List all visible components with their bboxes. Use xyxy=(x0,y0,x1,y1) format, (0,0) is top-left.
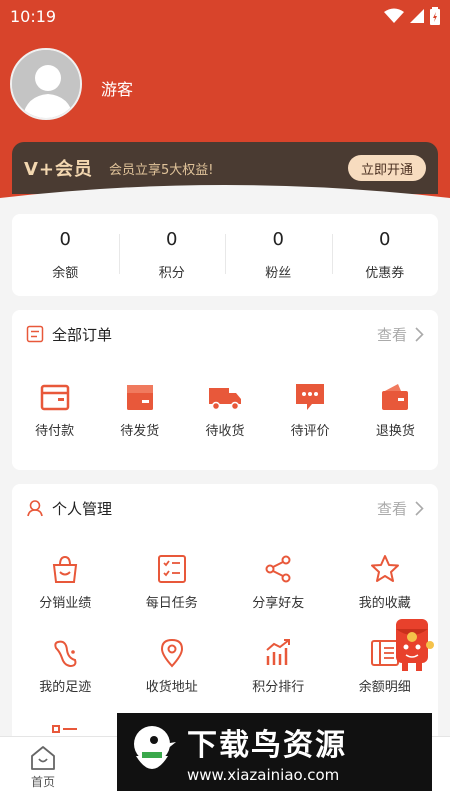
status-bar: 10:19 xyxy=(0,0,450,32)
stat-label: 余额 xyxy=(52,266,79,281)
red-envelope-mascot-icon[interactable] xyxy=(390,615,438,675)
watermark-logo-icon xyxy=(117,717,187,787)
battery-icon xyxy=(430,7,440,25)
order-label: 待收货 xyxy=(205,424,245,439)
menu-label: 积分排行 xyxy=(252,680,305,695)
stat-label: 粉丝 xyxy=(265,266,292,281)
checklist-icon xyxy=(157,555,186,583)
menu-label: 我的收藏 xyxy=(358,596,411,611)
stat-coupons[interactable]: 0 优惠券 xyxy=(331,214,439,296)
stats-card: 0 余额 0 积分 0 粉丝 0 优惠券 xyxy=(12,214,438,296)
menu-label: 收货地址 xyxy=(145,680,198,695)
stat-value: 0 xyxy=(379,229,391,250)
menu-my-favorites[interactable]: 我的收藏 xyxy=(332,532,439,616)
star-icon xyxy=(370,555,399,582)
footprint-icon xyxy=(54,640,77,668)
stat-points[interactable]: 0 积分 xyxy=(118,214,226,296)
box-icon xyxy=(126,385,153,410)
location-icon xyxy=(160,638,183,668)
menu-label: 余额明细 xyxy=(358,680,411,695)
bag-icon xyxy=(53,555,78,583)
stat-label: 优惠券 xyxy=(365,266,405,281)
nav-home[interactable]: 首页 xyxy=(18,745,68,790)
order-pending-payment[interactable]: 待付款 xyxy=(12,358,97,448)
truck-icon xyxy=(208,388,241,411)
watermark-title: 下载鸟资源 xyxy=(187,728,347,763)
wifi-icon xyxy=(384,8,404,23)
orders-view-all[interactable]: 查看 xyxy=(377,324,424,345)
personal-view-all-label: 查看 xyxy=(376,500,407,518)
signal-icon xyxy=(410,9,424,23)
ranking-icon xyxy=(266,639,291,665)
watermark-overlay: 下载鸟资源 www.xiazainiao.com xyxy=(117,713,432,791)
stat-label: 积分 xyxy=(158,266,185,281)
menu-distribution-performance[interactable]: 分销业绩 xyxy=(12,532,119,616)
nav-home-label: 首页 xyxy=(30,775,55,789)
vip-logo: V+会员 xyxy=(24,159,94,180)
status-time: 10:19 xyxy=(10,6,57,26)
order-list-icon xyxy=(26,325,44,343)
order-pending-shipment[interactable]: 待发货 xyxy=(97,358,182,448)
orders-title: 全部订单 xyxy=(52,325,113,344)
user-outline-icon xyxy=(27,500,43,517)
wallet-icon xyxy=(40,384,69,411)
personal-title: 个人管理 xyxy=(52,499,113,518)
chevron-right-icon xyxy=(415,501,424,516)
order-label: 待发货 xyxy=(120,424,160,439)
menu-label: 分销业绩 xyxy=(39,596,92,611)
comment-icon xyxy=(296,384,325,410)
watermark-text: 下载鸟资源 www.xiazainiao.com xyxy=(187,720,347,784)
menu-points-ranking[interactable]: 积分排行 xyxy=(225,616,332,700)
orders-grid: 待付款 待发货 待收货 待评价 退换货 xyxy=(12,358,438,448)
order-label: 退换货 xyxy=(375,424,415,439)
personal-header: 个人管理 查看 xyxy=(12,484,438,532)
stat-value: 0 xyxy=(166,229,178,250)
stat-fans[interactable]: 0 粉丝 xyxy=(225,214,332,296)
menu-shipping-address[interactable]: 收货地址 xyxy=(119,616,226,700)
menu-label: 我的足迹 xyxy=(39,680,92,695)
menu-my-footprints[interactable]: 我的足迹 xyxy=(12,616,119,700)
order-label: 待评价 xyxy=(290,424,330,439)
vip-benefit-text: 会员立享5大权益! xyxy=(109,162,214,178)
orders-view-all-label: 查看 xyxy=(376,326,407,344)
stat-value: 0 xyxy=(59,229,71,250)
menu-label: 每日任务 xyxy=(145,596,198,611)
watermark-url: www.xiazainiao.com xyxy=(187,766,340,784)
username[interactable]: 游客 xyxy=(101,76,133,100)
menu-daily-tasks[interactable]: 每日任务 xyxy=(119,532,226,616)
order-pending-review[interactable]: 待评价 xyxy=(268,358,353,448)
share-icon xyxy=(265,555,291,583)
refund-icon xyxy=(382,384,409,410)
menu-share-friends[interactable]: 分享好友 xyxy=(225,532,332,616)
chevron-right-icon xyxy=(415,327,424,342)
stat-value: 0 xyxy=(272,229,284,250)
personal-view-all[interactable]: 查看 xyxy=(377,498,424,519)
orders-header: 全部订单 查看 xyxy=(12,310,438,358)
orders-card: 全部订单 查看 待付款 待发货 待收货 待评价 退换货 xyxy=(12,310,438,470)
status-icons xyxy=(384,7,440,25)
order-label: 待付款 xyxy=(35,424,75,439)
order-pending-receipt[interactable]: 待收货 xyxy=(182,358,267,448)
menu-label: 分享好友 xyxy=(252,596,305,611)
home-icon xyxy=(31,746,55,770)
stat-balance[interactable]: 0 余额 xyxy=(12,214,119,296)
order-returns[interactable]: 退换货 xyxy=(353,358,438,448)
avatar[interactable] xyxy=(10,48,82,120)
vip-open-button[interactable]: 立即开通 xyxy=(348,155,426,181)
